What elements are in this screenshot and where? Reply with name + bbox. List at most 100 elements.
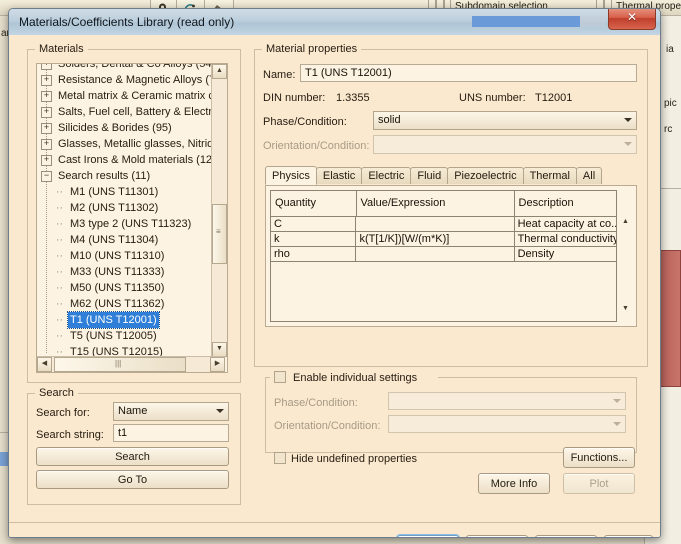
table-column-header[interactable]: Description (514, 191, 616, 217)
din-number-label: DIN number: (263, 92, 326, 104)
tree-scroll-down-button[interactable]: ▼ (212, 342, 227, 357)
tree-item-label: Glasses, Metallic glasses, Nitrides (58, 138, 225, 150)
dialog-title-bar[interactable]: Materials/Coefficients Library (read onl… (9, 9, 660, 36)
tree-item[interactable]: + Salts, Fuel cell, Battery & Electro- (37, 104, 222, 120)
tab-all[interactable]: All (575, 167, 603, 184)
background-side-label-3: pic (664, 98, 677, 109)
orientation-condition-select (373, 135, 637, 154)
table-cell-value[interactable]: k(T[1/K])[W/(m*K)] (356, 232, 515, 247)
tab-fluid[interactable]: Fluid (410, 167, 449, 184)
tree-hscrollbar-grip: ||| (115, 359, 122, 368)
chevron-down-icon (613, 399, 621, 403)
tree-item[interactable]: + Cast Irons & Mold materials (125) (37, 152, 222, 168)
materials-tree[interactable]: + Solders, Dental & Co Alloys (54) + Resist… (36, 63, 228, 373)
properties-table[interactable]: Quantity Value/Expression Description C Hea… (265, 185, 637, 327)
hide-undefined-label: Hide undefined properties (291, 453, 417, 465)
din-number-value: 1.3355 (336, 92, 370, 104)
search-button[interactable]: Search (36, 447, 229, 466)
dialog-title: Materials/Coefficients Library (read onl… (19, 15, 235, 29)
tree-item[interactable]: ·· M10 (UNS T11310) (37, 248, 209, 264)
background-side-label-4: rc (664, 124, 673, 135)
expand-icon[interactable]: + (41, 74, 52, 86)
tree-item-label: M50 (UNS T11350) (70, 282, 165, 294)
tab-elastic[interactable]: Elastic (315, 167, 363, 184)
table-cell-quantity[interactable]: C (271, 217, 357, 232)
help-button[interactable]: Help (604, 535, 653, 537)
tree-scroll-right-button[interactable]: ▶ (210, 357, 225, 372)
cancel-button[interactable]: Cancel (466, 535, 528, 537)
tree-leaf-marker: ·· (55, 186, 64, 198)
tree-item[interactable]: ·· T1 (UNS T12001) (37, 311, 209, 329)
tab-electric[interactable]: Electric (361, 167, 412, 184)
table-row[interactable]: C Heat capacity at co... (271, 217, 616, 232)
chevron-down-icon (613, 422, 621, 426)
table-cell-value[interactable] (356, 247, 515, 262)
tree-vertical-scrollbar[interactable]: ▲ ≡ ▼ (211, 64, 227, 357)
tree-leaf-marker: ·· (55, 282, 64, 294)
collapse-icon[interactable]: − (41, 170, 52, 182)
table-row[interactable]: k k(T[1/K])[W/(m*K)] Thermal conductivity (271, 232, 616, 247)
table-scroll-down-button[interactable]: ▼ (619, 303, 632, 316)
tree-scrollbar-thumb[interactable]: ≡ (212, 204, 227, 264)
hide-undefined-checkbox[interactable] (274, 452, 286, 464)
expand-icon[interactable]: + (41, 122, 52, 134)
name-input[interactable]: T1 (UNS T12001) (300, 64, 637, 82)
search-for-value: Name (118, 405, 148, 417)
tree-leaf-marker: ·· (55, 218, 64, 230)
phase-condition-select[interactable]: solid (373, 111, 637, 130)
table-cell-value[interactable] (356, 217, 515, 232)
tree-scroll-up-button[interactable]: ▲ (212, 64, 227, 79)
tree-item[interactable]: + Silicides & Borides (95) (37, 120, 209, 136)
table-vertical-scrollbar[interactable]: ▲ ▼ (619, 190, 634, 320)
search-string-input[interactable]: t1 (113, 424, 229, 442)
enable-individual-settings-checkbox[interactable] (274, 371, 286, 383)
properties-table-inner: Quantity Value/Expression Description C Hea… (270, 190, 617, 322)
tree-item[interactable]: + Solders, Dental & Co Alloys (54) (37, 64, 215, 72)
tree-item[interactable]: ·· T5 (UNS T12005) (37, 328, 209, 344)
individual-phase-label: Phase/Condition: (274, 397, 358, 409)
more-info-button[interactable]: More Info (478, 473, 550, 494)
apply-button[interactable]: Apply (535, 535, 597, 537)
individual-orientation-label: Orientation/Condition: (274, 420, 381, 432)
tab-thermal[interactable]: Thermal (522, 167, 577, 184)
tree-item[interactable]: ·· M1 (UNS T11301) (37, 184, 209, 200)
tree-item[interactable]: + Glasses, Metallic glasses, Nitrides (37, 136, 225, 152)
tab-piezoelectric[interactable]: Piezoelectric (447, 167, 524, 184)
tree-scroll-left-button[interactable]: ◀ (37, 357, 52, 372)
goto-button[interactable]: Go To (36, 470, 229, 489)
table-row[interactable]: rho Density (271, 247, 616, 262)
table-cell-description[interactable]: Thermal conductivity (514, 232, 616, 247)
table-cell-quantity[interactable]: k (271, 232, 357, 247)
table-scroll-up-button[interactable]: ▲ (619, 216, 632, 229)
expand-icon[interactable]: + (41, 90, 52, 102)
search-for-select[interactable]: Name (113, 402, 229, 421)
tree-item[interactable]: − Search results (11) (37, 168, 209, 184)
tree-hscrollbar-thumb[interactable]: ||| (54, 357, 186, 372)
table-column-header[interactable]: Value/Expression (356, 191, 515, 217)
close-button[interactable]: ✕ (608, 9, 656, 30)
tree-item[interactable]: + Metal matrix & Ceramic matrix com (37, 88, 227, 104)
tree-item[interactable]: ·· M4 (UNS T11304) (37, 232, 209, 248)
table-column-header[interactable]: Quantity (271, 191, 357, 217)
expand-icon[interactable]: + (41, 154, 52, 166)
tree-item[interactable]: ·· M50 (UNS T11350) (37, 280, 209, 296)
table-cell-description[interactable]: Heat capacity at co... (514, 217, 616, 232)
expand-icon[interactable]: + (41, 106, 52, 118)
title-bar-selection-highlight-2 (580, 16, 606, 27)
expand-icon[interactable]: + (41, 138, 52, 150)
table-cell-description[interactable]: Density (514, 247, 616, 262)
expand-icon[interactable]: + (41, 64, 52, 70)
tree-item[interactable]: ·· M33 (UNS T11333) (37, 264, 209, 280)
table-cell-quantity[interactable]: rho (271, 247, 357, 262)
search-group-legend: Search (35, 387, 78, 399)
tree-horizontal-scrollbar[interactable]: ◀ ||| ▶ (37, 356, 225, 372)
tree-item[interactable]: ·· M62 (UNS T11362) (37, 296, 209, 312)
tab-physics[interactable]: Physics (265, 166, 317, 185)
ok-button[interactable]: OK (397, 535, 459, 537)
plot-button: Plot (563, 473, 635, 494)
functions-button[interactable]: Functions... (563, 447, 635, 468)
tree-item-label: Metal matrix & Ceramic matrix com (58, 90, 228, 102)
tree-item[interactable]: ·· M2 (UNS T11302) (37, 200, 209, 216)
tree-item[interactable]: ·· M3 type 2 (UNS T11323) (37, 216, 209, 232)
tree-item[interactable]: + Resistance & Magnetic Alloys (74) (37, 72, 225, 88)
